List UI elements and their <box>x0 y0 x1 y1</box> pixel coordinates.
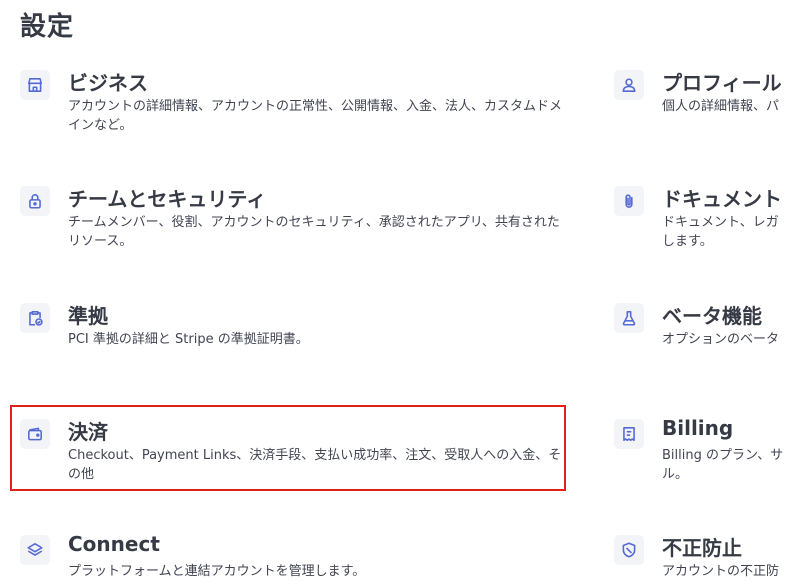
card-title: チームとセキュリティ <box>68 187 267 211</box>
lock-icon <box>20 186 50 216</box>
page-title: 設定 <box>20 12 75 42</box>
storefront-icon <box>20 70 50 100</box>
card-description: PCI 準拠の詳細と Stripe の準拠証明書。 <box>68 332 309 347</box>
settings-card-compliance[interactable]: 準拠 PCI 準拠の詳細と Stripe の準拠証明書。 <box>20 303 560 363</box>
card-title: Connect <box>68 532 160 556</box>
card-description: ドキュメント、レガ します。 <box>662 215 779 249</box>
settings-card-profile[interactable]: プロフィール 個人の詳細情報、パ <box>614 70 788 130</box>
card-title: ベータ機能 <box>662 304 762 328</box>
card-title: ドキュメント <box>662 187 782 211</box>
card-title: ビジネス <box>68 71 148 95</box>
shield-icon <box>614 535 644 565</box>
clipboard-check-icon <box>20 303 50 333</box>
settings-card-documents[interactable]: ドキュメント ドキュメント、レガ します。 <box>614 186 788 256</box>
invoice-icon <box>614 419 644 449</box>
paperclip-icon <box>614 186 644 216</box>
card-title: プロフィール <box>662 71 782 95</box>
settings-card-beta-features[interactable]: ベータ機能 オプションのベータ <box>614 303 788 363</box>
card-title: 準拠 <box>68 304 108 328</box>
card-description: プラットフォームと連結アカウントを管理します。 <box>68 564 366 579</box>
settings-card-team-security[interactable]: チームとセキュリティ チームメンバー、役割、アカウントのセキュリティ、承認された… <box>20 186 560 256</box>
layers-icon <box>20 535 50 565</box>
flask-icon <box>614 303 644 333</box>
card-description: アカウントの詳細情報、アカウントの正常性、公開情報、入金、法人、カスタムドメイン… <box>68 99 563 133</box>
card-description: Billing のプラン、サ ル。 <box>662 448 784 482</box>
person-icon <box>614 70 644 100</box>
card-title: Billing <box>662 416 734 440</box>
settings-card-business[interactable]: ビジネス アカウントの詳細情報、アカウントの正常性、公開情報、入金、法人、カスタ… <box>20 70 562 140</box>
settings-card-billing[interactable]: Billing Billing のプラン、サ ル。 <box>614 416 788 489</box>
card-description: 個人の詳細情報、パ <box>662 99 780 114</box>
card-title: 不正防止 <box>662 536 742 560</box>
settings-card-connect[interactable]: Connect プラットフォームと連結アカウントを管理します。 <box>20 532 560 585</box>
settings-card-fraud-prevention[interactable]: 不正防止 アカウントの不正防 <box>614 535 788 585</box>
card-description: オプションのベータ <box>662 332 780 347</box>
card-description: アカウントの不正防 <box>662 564 780 579</box>
card-description: チームメンバー、役割、アカウントのセキュリティ、承認されたアプリ、共有されたリソ… <box>68 215 560 249</box>
selection-highlight <box>10 405 566 491</box>
